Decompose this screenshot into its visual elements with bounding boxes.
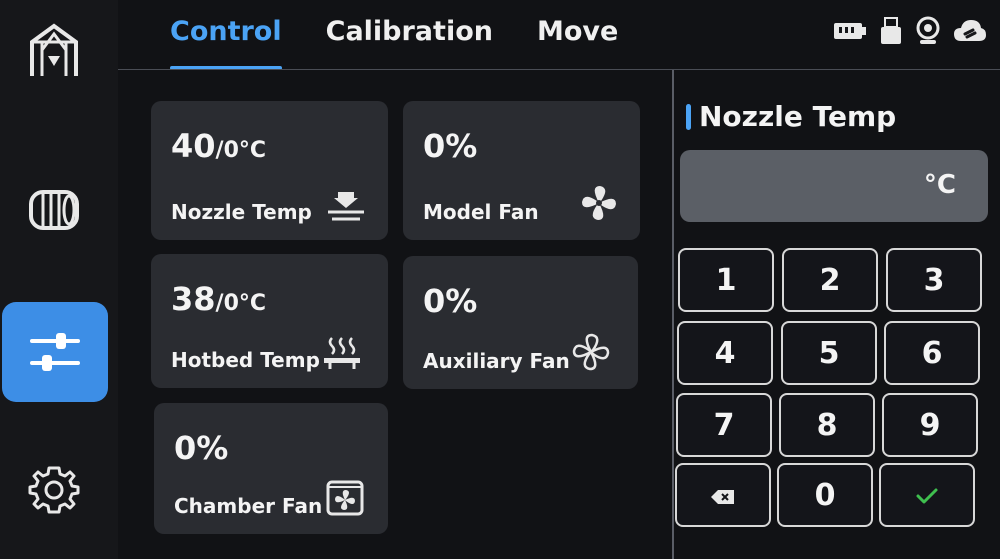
tab-control[interactable]: Control bbox=[170, 0, 282, 70]
nozzle-temp-card[interactable]: 40/0°C Nozzle Temp bbox=[151, 101, 388, 240]
header-divider bbox=[118, 69, 1000, 70]
tab-move[interactable]: Move bbox=[537, 0, 618, 70]
keypad-title-text: Nozzle Temp bbox=[699, 100, 897, 133]
check-icon bbox=[915, 478, 939, 513]
sidebar bbox=[0, 0, 118, 559]
chamber-fan-card[interactable]: 0% Chamber Fan bbox=[154, 403, 388, 534]
backspace-button[interactable] bbox=[675, 463, 771, 527]
hotbed-icon bbox=[322, 336, 362, 374]
key-1[interactable]: 1 bbox=[678, 248, 774, 312]
status-icons bbox=[822, 16, 988, 50]
auxiliary-fan-value: 0% bbox=[423, 282, 478, 320]
panel-divider bbox=[672, 70, 674, 559]
key-2[interactable]: 2 bbox=[782, 248, 878, 312]
fan-outline-icon bbox=[572, 333, 610, 375]
hotbed-temp-current: 38 bbox=[171, 280, 216, 318]
usb-drive-icon bbox=[878, 16, 904, 50]
tab-bar: Control Calibration Move bbox=[170, 0, 662, 70]
key-0[interactable]: 0 bbox=[777, 463, 873, 527]
backspace-icon bbox=[710, 478, 736, 513]
chamber-fan-value: 0% bbox=[174, 429, 229, 467]
keypad-title: Nozzle Temp bbox=[686, 100, 896, 133]
cloud-link-icon bbox=[952, 17, 988, 49]
filament-spool-icon bbox=[25, 186, 83, 234]
tab-calibration[interactable]: Calibration bbox=[326, 0, 493, 70]
key-5[interactable]: 5 bbox=[781, 321, 877, 385]
fan-icon bbox=[580, 184, 618, 226]
key-3[interactable]: 3 bbox=[886, 248, 982, 312]
key-7[interactable]: 7 bbox=[676, 393, 772, 457]
auxiliary-fan-card[interactable]: 0% Auxiliary Fan bbox=[403, 256, 638, 389]
sidebar-item-printer[interactable] bbox=[0, 0, 108, 100]
auxiliary-fan-label: Auxiliary Fan bbox=[423, 349, 570, 373]
key-8[interactable]: 8 bbox=[779, 393, 875, 457]
hotbed-temp-target: /0°C bbox=[215, 291, 267, 316]
nozzle-icon bbox=[326, 190, 366, 226]
key-6[interactable]: 6 bbox=[884, 321, 980, 385]
key-4[interactable]: 4 bbox=[677, 321, 773, 385]
sidebar-item-settings[interactable] bbox=[0, 440, 108, 540]
confirm-button[interactable] bbox=[879, 463, 975, 527]
hotbed-temp-label: Hotbed Temp bbox=[171, 348, 320, 372]
nozzle-temp-target: /0°C bbox=[215, 138, 267, 163]
model-fan-label: Model Fan bbox=[423, 200, 539, 224]
sidebar-item-filament[interactable] bbox=[0, 160, 108, 260]
title-accent-bar bbox=[686, 103, 691, 130]
sidebar-item-control[interactable] bbox=[2, 302, 108, 402]
nozzle-temp-label: Nozzle Temp bbox=[171, 200, 312, 224]
chamber-fan-label: Chamber Fan bbox=[174, 494, 323, 518]
printer-screen: Control Calibration Move 40/0°C Nozzle T… bbox=[0, 0, 1000, 559]
model-fan-card[interactable]: 0% Model Fan bbox=[403, 101, 640, 240]
hotbed-temp-card[interactable]: 38/0°C Hotbed Temp bbox=[151, 254, 388, 388]
chamber-fan-icon bbox=[326, 478, 364, 520]
printer-frame-icon bbox=[26, 20, 82, 80]
camera-icon bbox=[914, 16, 942, 50]
card-reader-icon bbox=[832, 18, 868, 48]
key-9[interactable]: 9 bbox=[882, 393, 978, 457]
model-fan-value: 0% bbox=[423, 127, 478, 165]
sliders-icon bbox=[28, 329, 82, 375]
nozzle-temp-current: 40 bbox=[171, 127, 216, 165]
temperature-input[interactable]: °C bbox=[680, 150, 988, 222]
temperature-unit: °C bbox=[923, 170, 956, 200]
gear-icon bbox=[27, 463, 81, 517]
